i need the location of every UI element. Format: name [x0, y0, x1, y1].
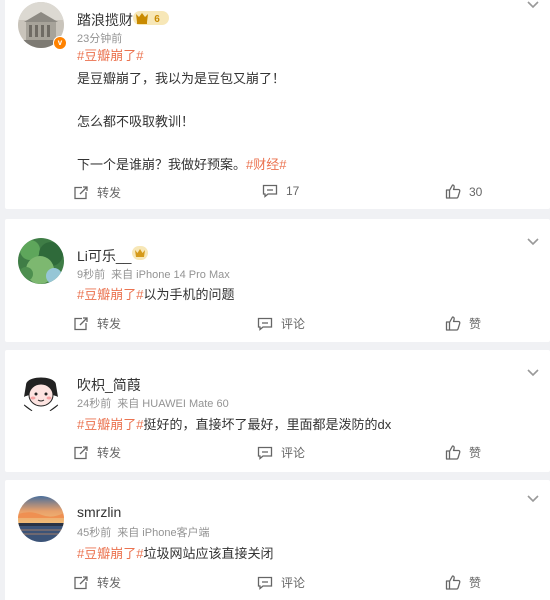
- comment-icon: [262, 184, 278, 198]
- post-meta: 24秒前 来自 HUAWEI Mate 60: [77, 395, 229, 411]
- comment-button[interactable]: 评论: [257, 444, 305, 461]
- repost-label: 转发: [97, 576, 122, 590]
- post-device: 来自 iPhone 14 Pro Max: [111, 269, 230, 281]
- chevron-down-icon[interactable]: [526, 368, 540, 378]
- comment-label: 评论: [281, 317, 306, 331]
- post-meta: 45秒前 来自 iPhone客户端: [77, 524, 210, 540]
- repost-button[interactable]: 转发: [73, 184, 121, 201]
- post-text: 怎么都不吸取教训！: [77, 114, 195, 129]
- repost-label: 转发: [97, 317, 122, 331]
- post-meta: 23分钟前: [77, 30, 122, 46]
- repost-icon: [74, 316, 88, 330]
- repost-label: 转发: [97, 186, 122, 200]
- post-text: 挺好的，直接坏了最好，里面都是泼防的dx: [143, 417, 392, 432]
- avatar[interactable]: [18, 496, 64, 542]
- post-device: 来自 iPhone客户端: [117, 527, 210, 539]
- post-card: Li可乐__ 9秒前 来自 iPhone 14 Pro Max #豆瓣崩了#以为手…: [5, 219, 550, 342]
- post-card: smrzlin 45秒前 来自 iPhone客户端 #豆瓣崩了#垃圾网站应该直接关…: [5, 480, 550, 600]
- repost-button[interactable]: 转发: [73, 444, 121, 461]
- comment-button[interactable]: 评论: [257, 315, 305, 332]
- topic-tag[interactable]: #豆瓣崩了#: [77, 48, 143, 63]
- comment-button[interactable]: 17: [262, 184, 299, 198]
- post-meta: 9秒前 来自 iPhone 14 Pro Max: [77, 266, 230, 282]
- repost-button[interactable]: 转发: [73, 315, 121, 332]
- like-thumb-icon: [445, 575, 461, 590]
- chevron-down-icon[interactable]: [526, 0, 540, 10]
- post-text: 垃圾网站应该直接关闭: [143, 546, 274, 561]
- comment-button[interactable]: 评论: [257, 574, 305, 591]
- username[interactable]: 吹枳_简葭: [77, 375, 141, 395]
- username[interactable]: smrzlin: [77, 504, 121, 520]
- repost-label: 转发: [97, 446, 122, 460]
- like-thumb-icon: [445, 316, 461, 331]
- verified-badge: v: [53, 36, 67, 50]
- like-label: 赞: [469, 576, 482, 590]
- comment-icon: [257, 576, 273, 590]
- crown-icon[interactable]: [132, 246, 148, 265]
- repost-icon: [74, 185, 88, 199]
- svg-text:6: 6: [154, 14, 160, 25]
- post-time[interactable]: 9秒前: [77, 269, 105, 281]
- repost-icon: [74, 445, 88, 459]
- like-thumb-icon: [445, 445, 461, 460]
- post-card: 吹枳_简葭 24秒前 来自 HUAWEI Mate 60 #豆瓣崩了#挺好的，直接…: [5, 350, 550, 472]
- crown-vip-icon[interactable]: 6: [133, 10, 169, 31]
- username[interactable]: 踏浪揽财: [77, 10, 133, 30]
- like-button[interactable]: 赞: [445, 315, 481, 332]
- post-text-line: 下一个是谁崩？我做好预案。#财经#: [77, 154, 286, 173]
- comment-label: 评论: [281, 576, 306, 590]
- avatar[interactable]: [18, 367, 64, 413]
- cartoon-girl-drawing-icon: [18, 367, 64, 413]
- post-text: 下一个是谁崩？我做好预案。: [77, 157, 247, 172]
- post-card: v 踏浪揽财 6 23分钟前 #豆瓣崩了# 是豆瓣崩了，我以为是豆包又崩了！ 怎…: [5, 0, 550, 209]
- like-label: 赞: [469, 317, 482, 331]
- post-device: 来自 HUAWEI Mate 60: [117, 398, 229, 410]
- topic-tag[interactable]: #财经#: [246, 157, 286, 172]
- sunset-lake-photo-icon: [18, 496, 64, 542]
- chevron-down-icon[interactable]: [526, 237, 540, 247]
- username[interactable]: Li可乐__: [77, 246, 131, 266]
- post-text: 以为手机的问题: [143, 287, 235, 302]
- topic-tag[interactable]: #豆瓣崩了#: [77, 417, 143, 432]
- repost-icon: [74, 575, 88, 589]
- avatar[interactable]: [18, 238, 64, 284]
- post-time[interactable]: 24秒前: [77, 398, 111, 410]
- like-thumb-icon: [445, 184, 461, 199]
- chevron-down-icon[interactable]: [526, 494, 540, 504]
- comment-icon: [257, 317, 273, 331]
- repost-button[interactable]: 转发: [73, 574, 121, 591]
- like-button[interactable]: 赞: [445, 574, 481, 591]
- post-text-line: #豆瓣崩了#垃圾网站应该直接关闭: [77, 543, 273, 562]
- like-button[interactable]: 30: [445, 184, 482, 199]
- comment-count: 17: [286, 184, 300, 198]
- post-tag-line: #豆瓣崩了#: [77, 45, 143, 64]
- post-time[interactable]: 45秒前: [77, 527, 111, 539]
- post-text: 是豆瓣崩了，我以为是豆包又崩了！: [77, 71, 286, 86]
- comment-icon: [257, 446, 273, 460]
- post-text-line: #豆瓣崩了#挺好的，直接坏了最好，里面都是泼防的dx: [77, 414, 391, 433]
- green-nature-photo-icon: [18, 238, 64, 284]
- like-button[interactable]: 赞: [445, 444, 481, 461]
- like-count: 30: [469, 184, 483, 199]
- topic-tag[interactable]: #豆瓣崩了#: [77, 287, 143, 302]
- comment-label: 评论: [281, 446, 306, 460]
- post-text-line: #豆瓣崩了#以为手机的问题: [77, 284, 234, 303]
- topic-tag[interactable]: #豆瓣崩了#: [77, 546, 143, 561]
- post-time[interactable]: 23分钟前: [77, 33, 122, 45]
- like-label: 赞: [469, 446, 482, 460]
